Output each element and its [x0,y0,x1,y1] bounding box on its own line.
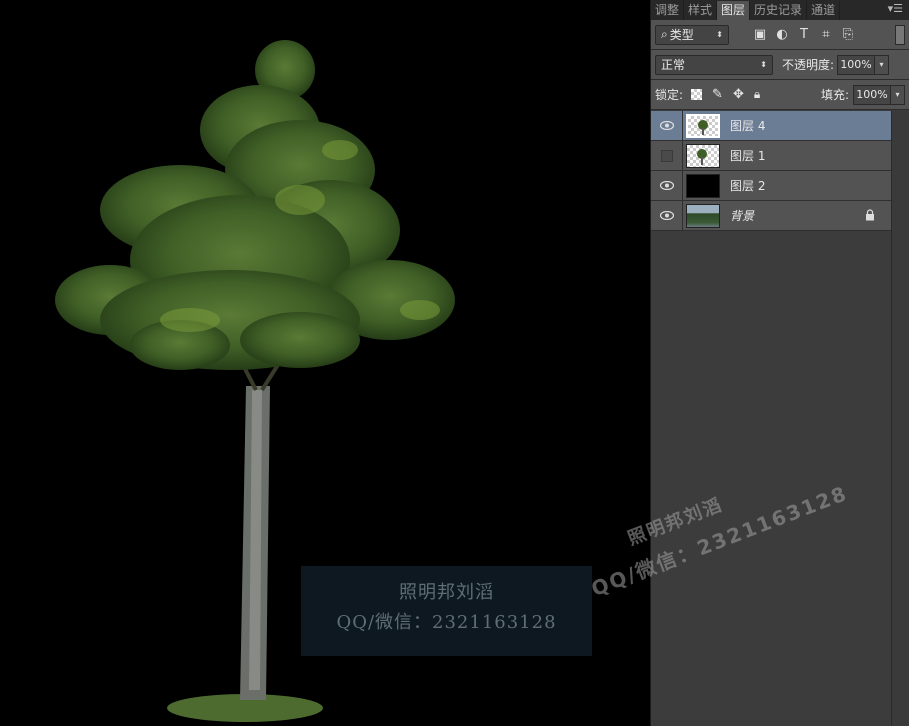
layer-row[interactable]: 背景 [651,200,891,231]
watermark-line-2: QQ/微信：2321163128 [336,612,557,633]
watermark-line-1: 照明邦刘滔 [399,582,494,603]
tab-layers[interactable]: 图层 [717,1,751,20]
panel-tabs: 调整 样式 图层 历史记录 通道 ▾☰ [651,0,909,20]
visibility-toggle-empty[interactable] [651,140,683,171]
opacity-input[interactable]: 100% [837,54,876,75]
lock-icon [865,209,875,224]
layer-thumbnail [686,113,720,138]
text-filter-icon[interactable]: T [793,27,815,42]
layer-name[interactable]: 图层 4 [730,117,765,134]
tab-channels[interactable]: 通道 [807,1,841,20]
tab-history[interactable]: 历史记录 [750,1,808,20]
chevron-updown-icon: ⬍ [716,30,723,39]
fill-input[interactable]: 100% [853,84,891,105]
eye-icon[interactable] [651,200,683,231]
layers-panel: 调整 样式 图层 历史记录 通道 ▾☰ ⌕ 类型 ⬍ ▣ ◐ T ⌗ ⎘ 正常 … [650,0,909,726]
layer-name[interactable]: 图层 2 [730,177,765,194]
blend-mode-value: 正常 [661,58,686,72]
layer-name[interactable]: 背景 [730,207,754,224]
layer-row[interactable]: 图层 2 [651,170,891,201]
eye-icon[interactable] [651,170,683,201]
smart-object-filter-icon[interactable]: ⎘ [837,27,859,42]
fill-label: 填充: [820,88,849,102]
panel-menu-icon[interactable]: ▾☰ [888,2,903,15]
lock-transparent-icon[interactable] [691,89,703,100]
filter-kind-dropdown[interactable]: ⌕ 类型 ⬍ [655,24,729,45]
layer-list-scrollbar[interactable] [891,111,909,726]
shape-filter-icon[interactable]: ⌗ [815,27,837,42]
tab-adjustments[interactable]: 调整 [651,1,685,20]
layer-thumbnail [686,173,720,198]
filter-row: ⌕ 类型 ⬍ ▣ ◐ T ⌗ ⎘ [651,20,909,50]
opacity-slider-button[interactable]: ▾ [875,54,890,75]
tab-styles[interactable]: 样式 [684,1,718,20]
watermark-box: 照明邦刘滔 QQ/微信：2321163128 [301,566,592,656]
filter-kind-label: 类型 [669,28,694,42]
layer-thumbnail [686,203,720,228]
document-canvas[interactable]: 照明邦刘滔 QQ/微信：2321163128 [0,0,650,726]
layer-row[interactable]: 图层 1 [651,140,891,171]
opacity-label: 不透明度: [782,58,835,72]
fill-slider-button[interactable]: ▾ [891,84,905,105]
blend-mode-dropdown[interactable]: 正常 ⬍ [655,54,773,75]
lock-all-icon[interactable]: 🔒︎ [754,87,760,102]
layer-name[interactable]: 图层 1 [730,147,765,164]
blend-row: 正常 ⬍ 不透明度: 100% ▾ [651,50,909,80]
adjustment-filter-icon[interactable]: ◐ [771,27,793,42]
layer-list: 图层 4 图层 1 图层 2 背景 [651,110,891,231]
chevron-updown-icon: ⬍ [760,60,767,69]
filter-toggle[interactable] [895,24,905,45]
layer-thumbnail [686,143,720,168]
eye-icon[interactable] [651,110,683,141]
lock-row: 锁定: ✎ ✥ 🔒︎ 填充: 100% ▾ [651,80,909,110]
image-filter-icon[interactable]: ▣ [749,27,771,42]
search-icon: ⌕ [661,27,668,41]
lock-label: 锁定: [655,88,684,102]
layer-row[interactable]: 图层 4 [651,110,891,141]
lock-position-icon[interactable]: ✥ [733,87,744,102]
lock-image-icon[interactable]: ✎ [712,87,723,102]
